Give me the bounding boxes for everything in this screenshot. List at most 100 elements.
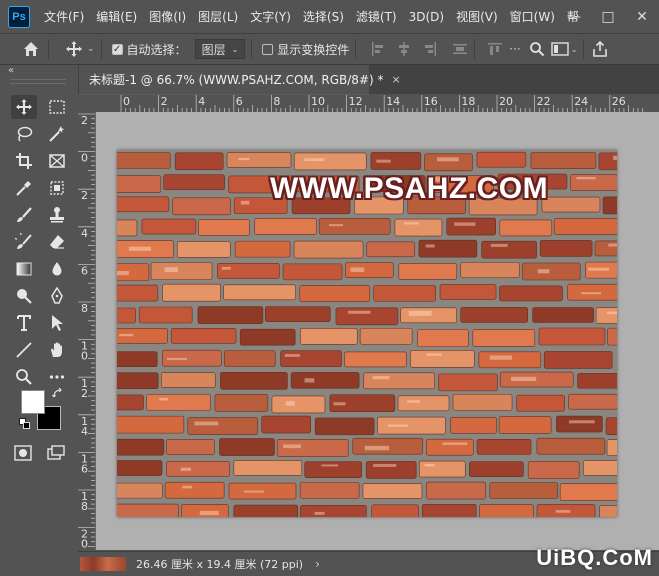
marquee-tool-icon[interactable] [44, 95, 70, 119]
brick [476, 151, 527, 168]
menu-type[interactable]: 文字(Y) [244, 8, 297, 25]
brick [233, 460, 303, 476]
workspace-icon[interactable] [551, 41, 569, 57]
ruler-label: 6 [81, 264, 88, 277]
brick [233, 504, 299, 517]
frame-tool-icon[interactable] [44, 149, 70, 173]
gradient-tool-icon[interactable] [11, 257, 37, 281]
minimize-button[interactable]: — [557, 0, 591, 33]
align-left-icon[interactable] [370, 41, 386, 57]
ruler-label: 22 [537, 95, 551, 108]
eraser-tool-icon[interactable] [44, 230, 70, 254]
pen-tool-icon[interactable] [44, 284, 70, 308]
distribute-icon[interactable] [452, 41, 468, 57]
menu-file[interactable]: 文件(F) [38, 8, 90, 25]
move-tool-preset[interactable]: ⌄ [65, 40, 95, 58]
move-tool-icon[interactable] [11, 95, 37, 119]
horizontal-ruler[interactable]: 0 2 4 6 8 10 12 14 16 18 20 22 24 26 [96, 95, 659, 113]
share-icon[interactable] [592, 41, 608, 57]
zoom-tool-icon[interactable] [11, 365, 37, 389]
brick [335, 307, 399, 326]
brick [594, 240, 617, 257]
lasso-tool-icon[interactable] [11, 122, 37, 146]
brick [530, 152, 597, 169]
brick [117, 152, 171, 169]
brush-tool-icon[interactable] [11, 203, 37, 227]
panel-grip[interactable] [10, 79, 66, 84]
more-tools-icon[interactable] [44, 365, 70, 389]
brick [239, 328, 296, 346]
chevron-down-icon[interactable]: ⌄ [571, 45, 578, 54]
show-transform-checkbox[interactable]: 显示变换控件 [262, 41, 349, 58]
type-tool-icon[interactable] [11, 311, 37, 335]
maximize-button[interactable]: □ [591, 0, 625, 33]
close-window-button[interactable]: ✕ [625, 0, 659, 33]
collapse-panel-icon[interactable]: « [8, 65, 14, 76]
menu-layer[interactable]: 图层(L) [192, 8, 244, 25]
magic-wand-tool-icon[interactable] [44, 122, 70, 146]
close-tab-icon[interactable]: × [392, 73, 401, 86]
document-tab[interactable]: 未标题-1 @ 66.7% (WWW.PSAHZ.COM, RGB/8#) * … [79, 65, 401, 95]
object-selection-tool-icon[interactable] [44, 176, 70, 200]
brick [397, 395, 450, 412]
brick [314, 417, 375, 436]
brick [117, 460, 163, 476]
horizontal-ruler-ticks: 0 2 4 6 8 10 12 14 16 18 20 22 24 26 [120, 95, 644, 112]
chevron-right-icon[interactable]: › [315, 557, 320, 571]
menu-3d[interactable]: 3D(D) [403, 10, 450, 24]
align-top-icon[interactable] [487, 41, 503, 57]
line-tool-icon[interactable] [11, 338, 37, 362]
divider [100, 39, 102, 59]
layer-group-dropdown[interactable]: 图层 ⌄ [194, 39, 246, 59]
align-right-icon[interactable] [422, 41, 438, 57]
photoshop-logo[interactable]: Ps [8, 5, 30, 28]
search-icon[interactable] [529, 41, 545, 57]
home-icon[interactable] [20, 38, 42, 60]
document-size-info[interactable]: 26.46 厘米 x 19.4 厘米 (72 ppi) [136, 556, 303, 572]
screen-mode-icon[interactable] [47, 445, 65, 464]
brick [426, 438, 474, 456]
ruler-label: 10 [311, 95, 325, 108]
brick [220, 371, 288, 390]
ruler-origin[interactable] [78, 95, 96, 112]
menu-select[interactable]: 选择(S) [297, 8, 350, 25]
canvas-text-layer[interactable]: WWW.PSAHZ.COM [270, 172, 548, 206]
brick [344, 351, 407, 368]
blur-tool-icon[interactable] [44, 257, 70, 281]
ruler-label: 8 [81, 302, 88, 315]
brick [117, 503, 179, 517]
divider [474, 39, 476, 59]
default-colors-icon[interactable] [19, 418, 30, 429]
path-selection-tool-icon[interactable] [44, 311, 70, 335]
brick [198, 219, 250, 236]
align-center-icon[interactable] [396, 41, 412, 57]
menu-window[interactable]: 窗口(W) [504, 8, 561, 25]
brick [410, 349, 475, 368]
menu-image[interactable]: 图像(I) [143, 8, 192, 25]
hand-tool-icon[interactable] [44, 338, 70, 362]
foreground-color-swatch[interactable] [21, 390, 45, 414]
eyedropper-tool-icon[interactable] [11, 176, 37, 200]
vertical-ruler[interactable]: 202468101214161820 [78, 112, 96, 550]
brick [117, 372, 159, 389]
menu-edit[interactable]: 编辑(E) [90, 8, 143, 25]
dodge-tool-icon[interactable] [11, 284, 37, 308]
brick [117, 351, 158, 367]
brick-highlight [240, 200, 250, 205]
brick [499, 285, 563, 302]
brick [359, 327, 413, 345]
menu-filter[interactable]: 滤镜(T) [350, 8, 403, 25]
ruler-label: 6 [81, 462, 88, 475]
auto-select-checkbox[interactable]: ✓ 自动选择： [111, 41, 187, 58]
brick [539, 240, 593, 257]
swap-colors-icon[interactable] [52, 387, 64, 399]
brick [293, 152, 367, 171]
brick [446, 217, 497, 236]
quick-mask-icon[interactable] [14, 445, 32, 464]
menu-view[interactable]: 视图(V) [450, 8, 504, 25]
history-brush-tool-icon[interactable] [11, 230, 37, 254]
stamp-tool-icon[interactable] [44, 203, 70, 227]
more-icon[interactable]: ··· [509, 42, 520, 56]
crop-tool-icon[interactable] [11, 149, 37, 173]
brick [163, 174, 225, 191]
